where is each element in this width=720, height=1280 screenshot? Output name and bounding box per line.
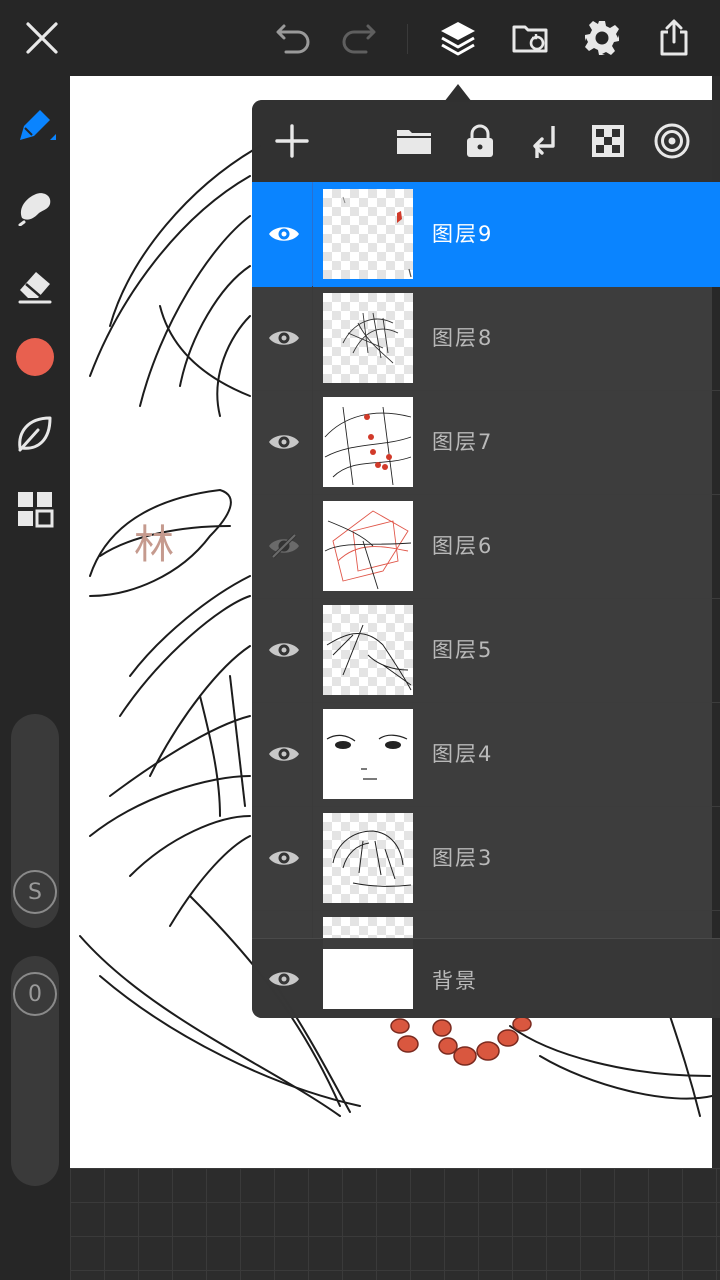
pen-icon[interactable]: [10, 100, 60, 150]
close-icon[interactable]: [18, 14, 66, 62]
layer-thumbnail: [323, 189, 413, 279]
layer-name: 图层8: [432, 326, 494, 350]
redo-icon[interactable]: [334, 14, 382, 62]
layer-row-6[interactable]: 图层6: [252, 494, 720, 599]
layers-panel: 图层9 图层8 图层7 图层6 图层5 图层4 图层3 背景: [252, 100, 720, 1018]
layer-row-8[interactable]: 图层8: [252, 286, 720, 391]
layer-divider: [312, 390, 313, 494]
transparency-icon[interactable]: [585, 118, 631, 164]
layers-panel-header: [252, 100, 720, 182]
eye-icon[interactable]: [262, 316, 306, 360]
share-icon[interactable]: [650, 14, 698, 62]
layer-row-3[interactable]: 图层3: [252, 806, 720, 911]
layer-divider: [312, 806, 313, 910]
leaf-icon[interactable]: [10, 408, 60, 458]
layer-divider: [312, 598, 313, 702]
merge-down-icon[interactable]: [521, 118, 567, 164]
layer-name: 图层5: [432, 638, 494, 662]
top-toolbar: [0, 0, 720, 76]
layer-divider: [312, 494, 313, 598]
layer-row-7[interactable]: 图层7: [252, 390, 720, 495]
opacity-slider-handle[interactable]: 0: [13, 972, 57, 1016]
eye-hidden-icon[interactable]: [262, 524, 306, 568]
gear-icon[interactable]: [578, 14, 626, 62]
eye-icon[interactable]: [262, 957, 306, 1001]
layer-thumbnail: [323, 813, 413, 903]
layer-divider: [312, 182, 313, 286]
folder-icon[interactable]: [391, 118, 437, 164]
layer-name: 背景: [432, 969, 478, 993]
undo-icon[interactable]: [270, 14, 318, 62]
effects-icon[interactable]: [649, 118, 695, 164]
eye-icon[interactable]: [262, 732, 306, 776]
layer-thumbnail: [323, 397, 413, 487]
eye-icon[interactable]: [262, 420, 306, 464]
layer-row-9[interactable]: 图层9: [252, 182, 720, 287]
layer-row-4[interactable]: 图层4: [252, 702, 720, 807]
layer-name: 图层6: [432, 534, 494, 558]
eraser-icon[interactable]: [10, 260, 60, 310]
eye-icon[interactable]: [262, 212, 306, 256]
left-toolbar: S 0: [0, 76, 70, 1280]
add-icon[interactable]: [269, 118, 315, 164]
layer-thumbnail: [323, 293, 413, 383]
canvas-annotation: 林: [134, 522, 174, 568]
background-thumbnail: [323, 949, 413, 1009]
layer-thumbnail: [323, 605, 413, 695]
layers-icon[interactable]: [434, 14, 482, 62]
grid-icon[interactable]: [10, 484, 60, 534]
layer-row-5[interactable]: 图层5: [252, 598, 720, 703]
size-slider-handle[interactable]: S: [13, 870, 57, 914]
canvas-background-grid: [70, 1168, 720, 1280]
layer-divider: [312, 286, 313, 390]
eye-icon[interactable]: [262, 836, 306, 880]
lock-icon[interactable]: [457, 118, 503, 164]
background-layer-row[interactable]: 背景: [252, 938, 720, 1018]
layer-name: 图层4: [432, 742, 494, 766]
layer-divider: [312, 702, 313, 806]
toolbar-separator: [407, 24, 408, 54]
gallery-folder-icon[interactable]: [506, 14, 554, 62]
layer-thumbnail: [323, 709, 413, 799]
layer-name: 图层3: [432, 846, 494, 870]
layer-name: 图层7: [432, 430, 494, 454]
layer-name: 图层9: [432, 222, 494, 246]
eye-icon[interactable]: [262, 628, 306, 672]
color-swatch[interactable]: [10, 332, 60, 382]
layer-thumbnail: [323, 501, 413, 591]
smudge-icon[interactable]: [10, 180, 60, 230]
